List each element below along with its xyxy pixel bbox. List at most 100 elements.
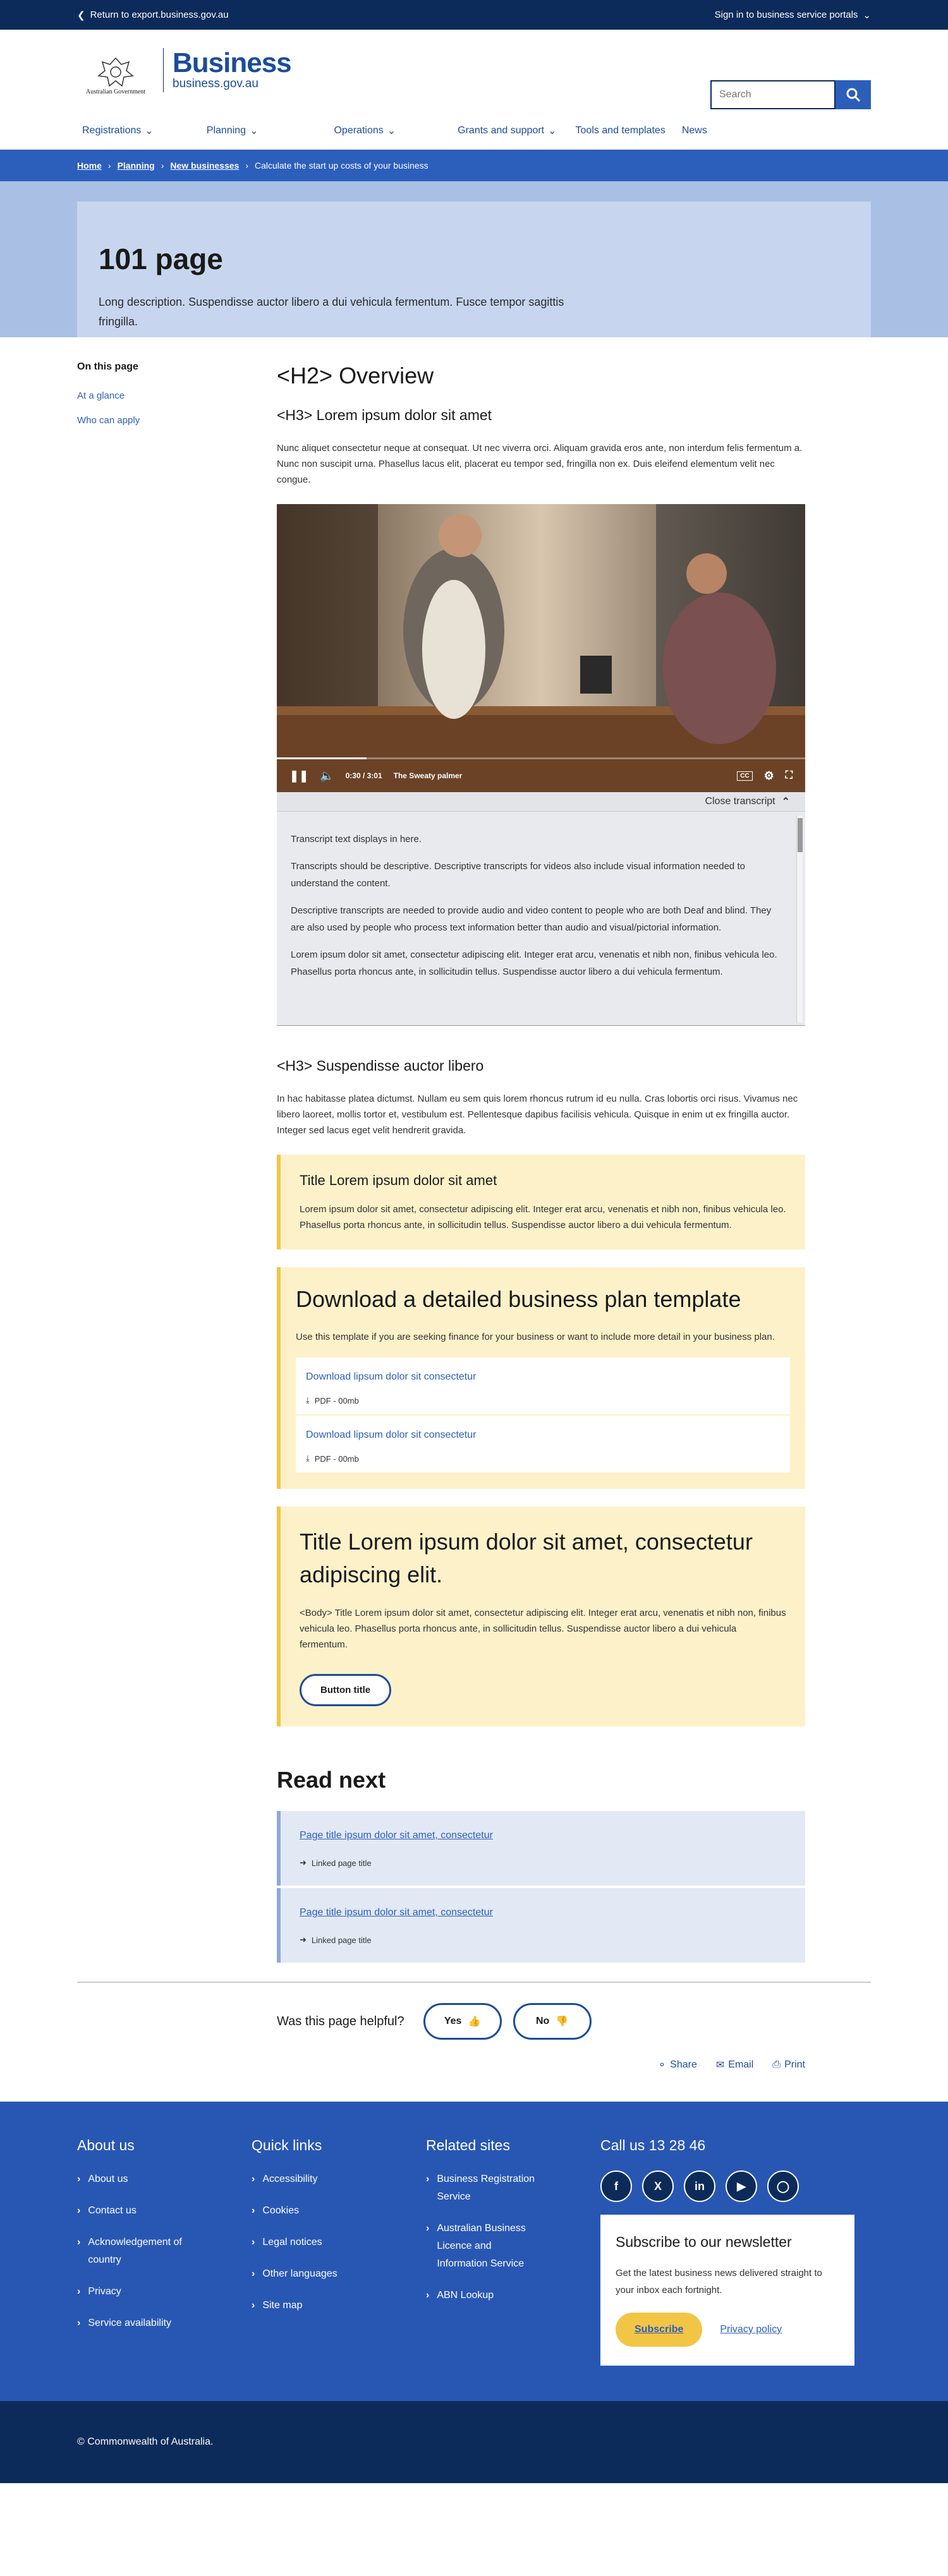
return-link[interactable]: ❮ Return to export.business.gov.au <box>77 9 229 21</box>
download-link[interactable]: Download lipsum dolor sit consectetur <box>306 1429 780 1441</box>
youtube-icon[interactable]: ▶ <box>726 2170 757 2202</box>
download-icon: ⤓ <box>306 1454 310 1463</box>
arrow-right-icon: ➜ <box>300 1935 307 1944</box>
facebook-icon[interactable]: f <box>600 2170 632 2202</box>
instagram-icon[interactable]: ◯ <box>767 2170 799 2202</box>
breadcrumb-home[interactable]: Home <box>77 160 102 171</box>
on-this-page-heading: On this page <box>77 361 138 372</box>
thumbs-up-icon: 👍 <box>468 2016 481 2027</box>
download-link[interactable]: Download lipsum dolor sit consectetur <box>306 1371 780 1383</box>
nav-tools[interactable]: Tools and templates <box>576 124 665 137</box>
footer-link-label: Privacy <box>88 2286 121 2297</box>
anchor-at-a-glance[interactable]: At a glance <box>77 390 277 401</box>
transcript-panel[interactable]: Transcript text displays in here. Transc… <box>277 811 805 1026</box>
footer-link[interactable]: › Site map <box>252 2297 426 2314</box>
transcript-scrollbar[interactable] <box>796 816 803 1023</box>
nav-registrations[interactable]: Registrations ⌄ <box>82 124 154 137</box>
footer-link[interactable]: › Other languages <box>252 2265 426 2283</box>
thumbs-down-icon: 👎 <box>556 2016 569 2027</box>
privacy-policy-link[interactable]: Privacy policy <box>720 2324 782 2335</box>
read-next-card[interactable]: Page title ipsum dolor sit amet, consect… <box>277 1888 805 1963</box>
linkedin-icon[interactable]: in <box>684 2170 715 2202</box>
feedback-no-button[interactable]: No 👎 <box>513 2003 592 2040</box>
nav-label: Registrations <box>82 125 142 136</box>
footer-about: About us › About us › Contact us › Acknowle… <box>77 2137 252 2366</box>
footer-link[interactable]: › ABN Lookup <box>426 2287 600 2304</box>
video-thumbnail <box>277 504 805 792</box>
footer-link-label: Site map <box>262 2300 303 2311</box>
footer-link[interactable]: › Legal notices <box>252 2234 426 2251</box>
breadcrumb-planning[interactable]: Planning <box>118 160 155 171</box>
settings-icon[interactable]: ⚙ <box>764 769 774 783</box>
pause-icon[interactable]: ❚❚ <box>289 769 308 783</box>
read-next-card[interactable]: Page title ipsum dolor sit amet, consect… <box>277 1811 805 1886</box>
footer-quick-links: Quick links › Accessibility › Cookies › Leg… <box>252 2137 426 2366</box>
footer-link[interactable]: › Australian Business Licence and Informa… <box>426 2220 600 2273</box>
read-next: Read next Page title ipsum dolor sit ame… <box>277 1767 805 1963</box>
print-button[interactable]: ⎙ Print <box>772 2059 805 2071</box>
transcript-paragraph: Lorem ipsum dolor sit amet, consectetur … <box>291 949 777 977</box>
download-icon: ⤓ <box>306 1395 310 1405</box>
fullscreen-icon[interactable]: ⛶ <box>786 770 793 781</box>
chevron-up-icon: ⌃ <box>781 797 790 807</box>
download-item: Download lipsum dolor sit consectetur ⤓ P… <box>296 1357 790 1416</box>
signin-label: Sign in to business service portals <box>714 9 858 20</box>
anchor-who-can-apply[interactable]: Who can apply <box>77 415 277 426</box>
volume-icon[interactable]: 🔈 <box>320 769 334 783</box>
print-icon: ⎙ <box>772 2059 781 2070</box>
footer-link[interactable]: › About us <box>77 2170 252 2188</box>
breadcrumb-new-businesses[interactable]: New businesses <box>170 160 239 171</box>
chevron-down-icon: ⌄ <box>387 126 396 136</box>
video-time: 0:30 / 3:01 <box>345 771 382 780</box>
main-content: <H2> Overview <H3> Lorem ipsum dolor sit… <box>77 361 871 2071</box>
share-button[interactable]: ⚬ Share <box>658 2059 697 2071</box>
cta-button[interactable]: Button title <box>300 1674 392 1706</box>
footer-link[interactable]: › Service availability <box>77 2314 252 2332</box>
nav-news[interactable]: News <box>682 124 707 137</box>
email-label: Email <box>728 2059 754 2070</box>
chevron-down-icon: ⌄ <box>145 126 154 136</box>
chevron-down-icon: ⌄ <box>863 9 871 21</box>
footer-link-label: Cookies <box>262 2205 300 2216</box>
email-button[interactable]: ✉ Email <box>716 2059 753 2071</box>
site-logo[interactable]: Australian Government Business business.… <box>77 45 292 95</box>
copyright-bar: © Commonwealth of Australia. <box>0 2401 948 2483</box>
newsletter-body: Get the latest business news delivered s… <box>616 2268 822 2296</box>
footer-link[interactable]: › Accessibility <box>252 2170 426 2188</box>
feedback-yes-label: Yes <box>444 2016 462 2026</box>
site-footer: About us › About us › Contact us › Acknowle… <box>0 2102 948 2401</box>
subscribe-button[interactable]: Subscribe <box>616 2313 703 2347</box>
footer-link[interactable]: › Privacy <box>77 2283 252 2301</box>
video-controls: ❚❚ 🔈 0:30 / 3:01 The Sweaty palmer CC ⚙ … <box>277 759 805 792</box>
footer-contact: Call us 13 28 46 f X in ▶ ◯ Subscribe to… <box>600 2137 854 2366</box>
captions-button[interactable]: CC <box>737 771 753 781</box>
search-input[interactable] <box>710 80 836 109</box>
feedback-yes-button[interactable]: Yes 👍 <box>423 2003 502 2040</box>
transcript-toggle-label: Close transcript <box>705 796 775 807</box>
footer-link-label: About us <box>88 2174 128 2184</box>
nav-operations[interactable]: Operations ⌄ <box>334 124 396 137</box>
signin-link[interactable]: Sign in to business service portals ⌄ <box>715 9 871 21</box>
footer-link[interactable]: › Acknowledgement of country <box>77 2234 252 2269</box>
footer-link[interactable]: › Business Registration Service <box>426 2170 600 2206</box>
search-button[interactable] <box>836 80 871 109</box>
chevron-down-icon: ⌄ <box>548 126 557 136</box>
read-next-link[interactable]: Page title ipsum dolor sit amet, consect… <box>300 1830 786 1841</box>
copyright-text: © Commonwealth of Australia. <box>77 2436 214 2447</box>
site-header: Australian Government Business business.… <box>0 30 948 150</box>
footer-link-label: Legal notices <box>262 2237 322 2248</box>
nav-label: Planning <box>206 125 246 136</box>
top-bar: ❮ Return to export.business.gov.au Sign i… <box>0 0 948 30</box>
nav-grants[interactable]: Grants and support ⌄ <box>458 124 556 137</box>
footer-heading: About us <box>77 2137 135 2153</box>
newsletter-box: Subscribe to our newsletter Get the late… <box>600 2215 854 2366</box>
video-player[interactable]: ❚❚ 🔈 0:30 / 3:01 The Sweaty palmer CC ⚙ … <box>277 504 805 792</box>
footer-heading: Related sites <box>426 2137 510 2153</box>
footer-link[interactable]: › Cookies <box>252 2202 426 2220</box>
nav-planning[interactable]: Planning ⌄ <box>207 124 258 137</box>
footer-link[interactable]: › Contact us <box>77 2202 252 2220</box>
transcript-toggle[interactable]: Close transcript ⌃ <box>277 792 805 811</box>
breadcrumb: Home › Planning › New businesses › Calcu… <box>0 150 948 181</box>
read-next-link[interactable]: Page title ipsum dolor sit amet, consect… <box>300 1907 786 1918</box>
x-icon[interactable]: X <box>642 2170 674 2202</box>
